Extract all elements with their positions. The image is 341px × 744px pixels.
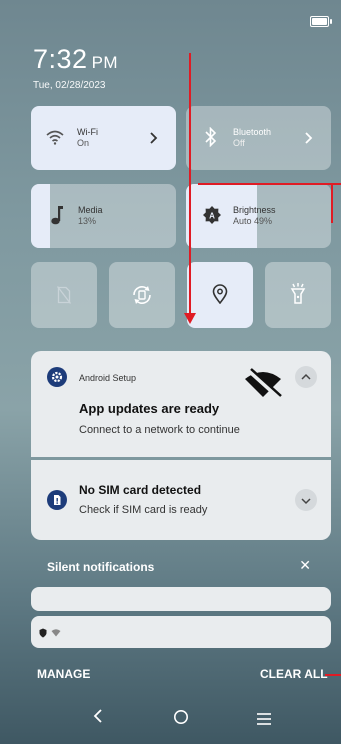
shield-icon	[39, 628, 47, 638]
notification-no-sim[interactable]: No SIM card detected Check if SIM card i…	[31, 460, 331, 540]
sim-card-icon	[47, 490, 67, 510]
svg-text:A: A	[209, 212, 215, 221]
clock-time: 7:32	[33, 44, 88, 74]
brightness-title: Brightness	[233, 205, 276, 215]
media-value: 13%	[78, 216, 97, 226]
bluetooth-title: Bluetooth	[233, 127, 272, 137]
annotation-line	[198, 183, 341, 185]
no-sim-icon	[57, 286, 71, 304]
settings-gear-icon	[47, 367, 67, 387]
silent-notification-item[interactable]	[31, 616, 331, 648]
clear-all-button[interactable]: CLEAR ALL	[260, 667, 328, 681]
date: Tue, 02/28/2023	[33, 80, 106, 91]
notification-title: No SIM card detected	[79, 483, 202, 497]
location-tile[interactable]	[187, 262, 253, 328]
chevron-right-icon[interactable]	[304, 132, 314, 144]
bluetooth-status: Off	[233, 138, 245, 148]
media-volume-tile[interactable]: Media 13%	[31, 184, 176, 248]
wifi-title: Wi-Fi	[77, 127, 98, 137]
chevron-right-icon[interactable]	[149, 132, 159, 144]
wifi-warning-icon	[51, 629, 61, 637]
annotation-line	[331, 183, 333, 223]
auto-rotate-icon	[133, 285, 151, 305]
notification-android-setup[interactable]: Android Setup App updates are ready Conn…	[31, 351, 331, 457]
notification-text: Check if SIM card is ready	[79, 504, 208, 516]
recents-icon[interactable]	[257, 712, 271, 730]
silent-notification-item[interactable]	[31, 587, 331, 611]
clock-ampm: PM	[91, 53, 119, 72]
no-sim-tile[interactable]	[31, 262, 97, 328]
brightness-value: Auto 49%	[233, 216, 273, 226]
wifi-icon	[46, 130, 64, 145]
media-title: Media	[78, 205, 103, 215]
close-icon[interactable]: ✕	[299, 557, 311, 574]
back-icon[interactable]	[93, 708, 103, 729]
notification-title: App updates are ready	[79, 401, 220, 416]
annotation-arrow-head	[184, 313, 196, 324]
auto-rotate-tile[interactable]	[109, 262, 175, 328]
notification-text: Connect to a network to continue	[79, 424, 240, 436]
wifi-off-icon	[245, 368, 282, 399]
location-pin-icon	[212, 284, 228, 304]
media-level-fill	[31, 184, 50, 248]
notification-app-name: Android Setup	[79, 373, 137, 383]
flashlight-icon	[290, 283, 306, 304]
collapse-button[interactable]	[295, 366, 317, 388]
home-icon[interactable]	[173, 709, 189, 730]
annotation-line	[325, 674, 341, 676]
bluetooth-icon	[205, 127, 217, 147]
brightness-auto-icon: A	[203, 206, 221, 224]
wifi-tile[interactable]: Wi-Fi On	[31, 106, 176, 170]
chevron-up-icon	[301, 373, 311, 380]
flashlight-tile[interactable]	[265, 262, 331, 328]
chevron-down-icon	[301, 498, 311, 505]
brightness-tile[interactable]: A Brightness Auto 49%	[186, 184, 331, 248]
manage-button[interactable]: MANAGE	[37, 667, 90, 681]
battery-icon	[310, 16, 332, 27]
wifi-status: On	[77, 138, 90, 148]
silent-notifications-header: Silent notifications	[47, 560, 155, 574]
annotation-arrow-line	[189, 53, 191, 315]
expand-button[interactable]	[295, 489, 317, 511]
music-note-icon	[51, 206, 63, 225]
clock: 7:32 PM	[33, 44, 118, 75]
bluetooth-tile[interactable]: Bluetooth Off	[186, 106, 331, 170]
